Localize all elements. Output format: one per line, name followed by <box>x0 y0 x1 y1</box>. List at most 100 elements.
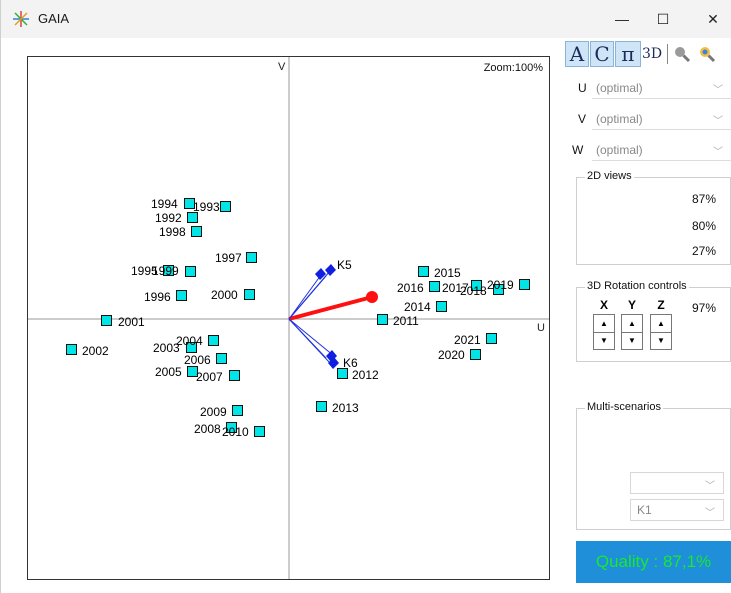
rotate-y-up-button[interactable]: ▲ <box>622 315 642 332</box>
rotation-z: Z ▲ ▼ <box>650 298 672 350</box>
rotation-z-spinner[interactable]: ▲ ▼ <box>650 314 672 350</box>
alternative-point[interactable] <box>101 315 112 326</box>
point-label: 2021 <box>454 333 481 347</box>
point-label: 2009 <box>200 405 227 419</box>
point-label: 2019 <box>487 278 514 292</box>
chevron-down-icon: ﹀ <box>705 481 715 492</box>
point-label: 2018 <box>460 284 487 298</box>
alternative-point[interactable] <box>229 370 240 381</box>
alternative-point[interactable] <box>191 226 202 237</box>
point-label: 1993 <box>193 200 220 214</box>
view-pi-button[interactable]: π <box>615 41 641 67</box>
point-label: 2014 <box>404 300 431 314</box>
alternative-point[interactable] <box>470 349 481 360</box>
u-axis-label: U <box>537 322 545 334</box>
quality-indicator: Quality : 87,1% <box>576 541 731 583</box>
alternative-point[interactable] <box>244 289 255 300</box>
rotation-z-label: Z <box>657 298 665 312</box>
criterion-label-k5: K5 <box>337 258 352 272</box>
point-label: 2020 <box>438 348 465 362</box>
alternative-point[interactable] <box>254 426 265 437</box>
point-label: 2007 <box>196 370 223 384</box>
zoom-reset-icon[interactable] <box>698 45 716 63</box>
u-axis-select[interactable]: (optimal) ﹀ <box>592 77 731 99</box>
alternative-point[interactable] <box>377 314 388 325</box>
view-3d-button[interactable]: 3D <box>642 41 662 67</box>
alternative-point[interactable] <box>486 333 497 344</box>
point-label: 2000 <box>211 288 238 302</box>
close-button[interactable]: ✕ <box>690 6 731 32</box>
view-c-button[interactable]: C <box>590 41 614 67</box>
criterion-select[interactable]: K1 ﹀ <box>630 499 724 521</box>
toolbar: A C π 3D <box>565 40 716 68</box>
rotation-x: X ▲ ▼ <box>593 298 615 350</box>
v-axis-label: V <box>278 61 286 73</box>
v-axis-select[interactable]: (optimal) ﹀ <box>592 108 731 130</box>
scenario-select[interactable]: ﹀ <box>630 472 724 494</box>
point-label: 2008 <box>194 422 221 436</box>
maximize-button[interactable]: ☐ <box>640 6 686 32</box>
decision-stick-head <box>366 291 378 303</box>
point-label: 2001 <box>118 315 145 329</box>
alternative-point[interactable] <box>246 252 257 263</box>
point-label: 2012 <box>352 368 379 382</box>
chevron-down-icon: ﹀ <box>705 508 715 519</box>
point-label: 1999 <box>152 264 179 278</box>
app-icon <box>13 11 29 27</box>
point-label: 1994 <box>151 197 178 211</box>
alternative-point[interactable] <box>66 344 77 355</box>
w-select-value: (optimal) <box>596 142 643 157</box>
point-label: 2005 <box>155 365 182 379</box>
rotation-y-label: Y <box>627 298 636 312</box>
rotation-x-label: X <box>599 298 608 312</box>
rotation-x-spinner[interactable]: ▲ ▼ <box>593 314 615 350</box>
alternative-point[interactable] <box>519 279 530 290</box>
alternative-point[interactable] <box>429 281 440 292</box>
alternative-point[interactable] <box>216 353 227 364</box>
rotation-y-spinner[interactable]: ▲ ▼ <box>621 314 643 350</box>
v-select-value: (optimal) <box>596 111 643 126</box>
gaia-plane[interactable]: V U Zoom:100% K5 K6 1994 1993 1992 1998 … <box>27 56 550 580</box>
alternative-point[interactable] <box>337 368 348 379</box>
minimize-button[interactable]: — <box>599 6 645 32</box>
alternative-point[interactable] <box>185 266 196 277</box>
point-label: 2010 <box>222 425 249 439</box>
window-title: GAIA <box>38 11 70 26</box>
zoom-readout: Zoom:100% <box>483 62 543 74</box>
point-label: 2013 <box>332 401 359 415</box>
alternative-point[interactable] <box>220 201 231 212</box>
view-a-button[interactable]: A <box>565 41 589 67</box>
zoom-icon[interactable] <box>673 45 691 63</box>
chevron-down-icon: ﹀ <box>713 147 723 158</box>
rotation-value: 97% <box>691 301 716 315</box>
alternative-point[interactable] <box>316 401 327 412</box>
alternative-point[interactable] <box>232 405 243 416</box>
alternative-point[interactable] <box>208 335 219 346</box>
multi-scenarios-group: Multi-scenarios ﹀ K1 ﹀ <box>576 401 731 530</box>
alternative-point[interactable] <box>436 301 447 312</box>
rotate-y-down-button[interactable]: ▼ <box>622 331 642 350</box>
rotate-x-down-button[interactable]: ▼ <box>594 331 614 350</box>
criterion-select-value: K1 <box>637 503 652 517</box>
point-label: 2004 <box>176 334 203 348</box>
alternative-point[interactable] <box>176 290 187 301</box>
rotation-group: 3D Rotation controls X ▲ ▼ Y ▲ ▼ Z ▲ ▼ 9… <box>576 280 731 362</box>
rotate-x-up-button[interactable]: ▲ <box>594 315 614 332</box>
point-label: 2006 <box>184 353 211 367</box>
rotate-z-down-button[interactable]: ▼ <box>651 331 671 350</box>
point-label: 2002 <box>82 344 109 358</box>
w-axis-select[interactable]: (optimal) ﹀ <box>592 139 731 161</box>
rotate-z-up-button[interactable]: ▲ <box>651 315 671 332</box>
multi-scenarios-title: Multi-scenarios <box>585 401 663 413</box>
views-2d-title: 2D views <box>585 170 634 182</box>
point-label: 2016 <box>397 281 424 295</box>
view-2d-value: 80% <box>691 219 716 233</box>
decision-stick <box>288 295 373 321</box>
u-select-value: (optimal) <box>596 80 643 95</box>
views-2d-group: 2D views 87% 80% 27% <box>576 170 731 265</box>
view-2d-value: 87% <box>691 192 716 206</box>
alternative-point[interactable] <box>418 266 429 277</box>
point-label: 2015 <box>434 266 461 280</box>
point-label: 1998 <box>159 225 186 239</box>
point-label: 1996 <box>144 290 171 304</box>
